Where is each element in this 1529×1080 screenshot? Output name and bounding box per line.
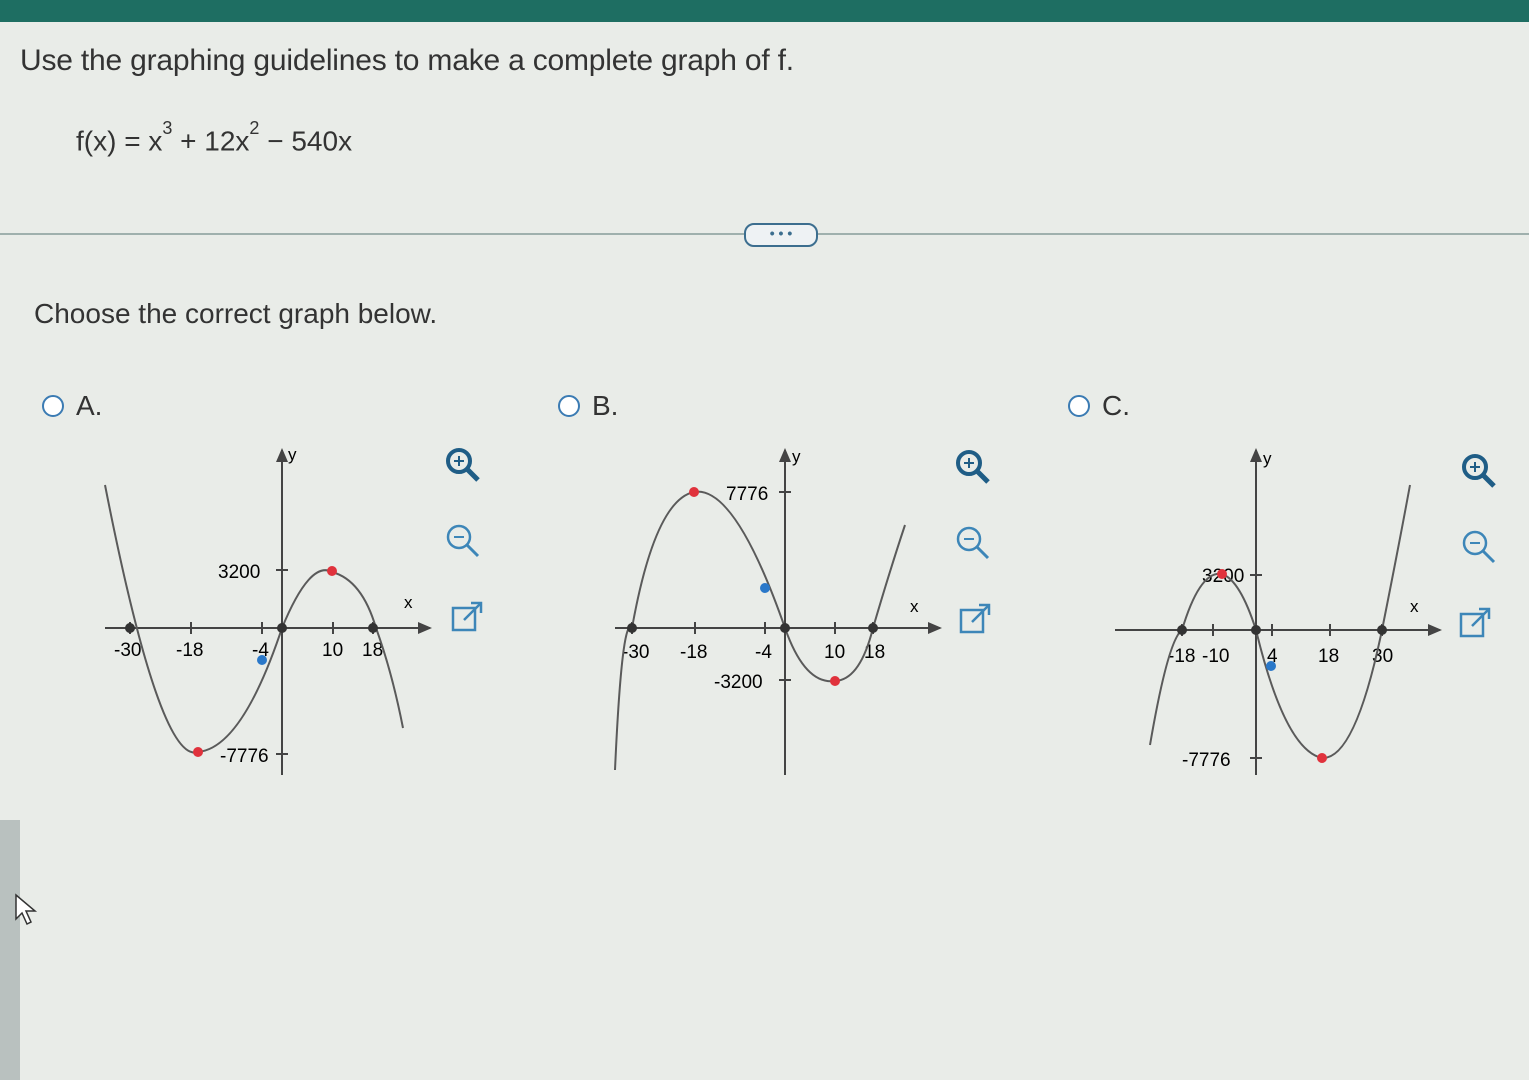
y-axis-label: y <box>288 445 297 464</box>
x-axis-arrow <box>928 622 942 634</box>
option-a-label: A. <box>76 390 103 421</box>
left-scroll-strip <box>0 820 20 1080</box>
y-tick-label: -7776 <box>220 746 269 767</box>
x-intercept-point <box>277 623 287 633</box>
inflection-point <box>1266 661 1276 671</box>
x-axis-arrow <box>1428 624 1442 636</box>
x-tick-label: -10 <box>1202 646 1229 667</box>
top-bar <box>0 0 1529 22</box>
x-axis-label: x <box>404 593 413 612</box>
x-tick-label: -30 <box>622 642 649 663</box>
x-tick-label: 10 <box>322 640 343 661</box>
local-minimum-point <box>1317 753 1327 763</box>
local-maximum-point <box>1217 569 1227 579</box>
formula-part: + 12x <box>172 125 250 157</box>
y-tick-label: 7776 <box>726 484 768 505</box>
zoom-out-icon[interactable] <box>952 522 992 562</box>
popout-icon[interactable] <box>1456 604 1496 644</box>
local-maximum-point <box>327 566 337 576</box>
y-tick-label: -3200 <box>714 672 763 693</box>
local-minimum-point <box>830 676 840 686</box>
x-axis-arrow <box>418 622 432 634</box>
local-minimum-point <box>193 747 203 757</box>
y-tick-label: 3200 <box>218 562 260 583</box>
x-intercept-point <box>368 623 378 633</box>
x-tick-label: 10 <box>824 642 845 663</box>
zoom-in-icon[interactable] <box>1458 450 1498 490</box>
option-b[interactable]: B. <box>558 390 618 422</box>
option-a[interactable]: A. <box>42 390 102 422</box>
prompt-text: Choose the correct graph below. <box>34 298 438 329</box>
function-formula: f(x) = x3 + 12x2 − 540x <box>76 118 353 157</box>
x-intercept-point <box>780 623 790 633</box>
x-intercept-point <box>1251 625 1261 635</box>
zoom-in-icon[interactable] <box>442 444 482 484</box>
radio-button-a[interactable] <box>42 395 64 417</box>
mouse-cursor-icon <box>14 893 40 932</box>
x-tick-label: -18 <box>176 640 203 661</box>
local-maximum-point <box>689 487 699 497</box>
question-text: Use the graphing guidelines to make a co… <box>20 44 794 77</box>
graph-a: y x 3200 -7776 -30 -18 -4 10 18 <box>104 445 432 775</box>
option-b-label: B. <box>592 390 619 421</box>
x-intercept-point <box>627 623 637 633</box>
x-tick-label: 18 <box>1318 646 1339 667</box>
x-axis-label: x <box>910 597 919 616</box>
zoom-out-icon[interactable] <box>442 520 482 560</box>
x-intercept-point <box>125 623 135 633</box>
function-curve <box>614 490 906 771</box>
y-axis-arrow <box>1250 448 1262 462</box>
x-tick-label: -30 <box>114 640 141 661</box>
y-axis-arrow <box>779 448 791 462</box>
formula-exponent: 3 <box>162 118 173 138</box>
x-intercept-point <box>868 623 878 633</box>
x-intercept-point <box>1377 625 1387 635</box>
x-tick-label: 18 <box>362 640 383 661</box>
zoom-in-icon[interactable] <box>952 446 992 486</box>
x-tick-label: -4 <box>755 642 772 663</box>
y-axis-arrow <box>276 448 288 462</box>
formula-part: − 540x <box>259 125 353 157</box>
radio-button-c[interactable] <box>1068 395 1090 417</box>
graph-c: y x 3200 -7776 -18 -10 4 18 30 <box>1115 448 1442 775</box>
popout-icon[interactable] <box>956 600 996 640</box>
option-c[interactable]: C. <box>1068 390 1130 422</box>
formula-exponent: 2 <box>249 118 260 138</box>
function-curve <box>1149 484 1411 760</box>
option-c-label: C. <box>1102 390 1130 421</box>
x-intercept-point <box>1177 625 1187 635</box>
graph-b: y x 7776 -3200 -30 -18 -4 10 18 <box>614 447 942 775</box>
x-tick-label: -18 <box>680 642 707 663</box>
inflection-point <box>760 583 770 593</box>
y-axis-label: y <box>1263 449 1272 468</box>
y-axis-label: y <box>792 447 801 466</box>
function-curve <box>104 484 404 754</box>
radio-button-b[interactable] <box>558 395 580 417</box>
y-tick-label: -7776 <box>1182 750 1231 771</box>
inflection-point <box>257 655 267 665</box>
popout-icon[interactable] <box>448 598 488 638</box>
x-axis-label: x <box>1410 597 1419 616</box>
expand-button[interactable]: • • • <box>744 223 818 247</box>
zoom-out-icon[interactable] <box>1458 526 1498 566</box>
formula-part: f(x) = x <box>76 125 163 157</box>
